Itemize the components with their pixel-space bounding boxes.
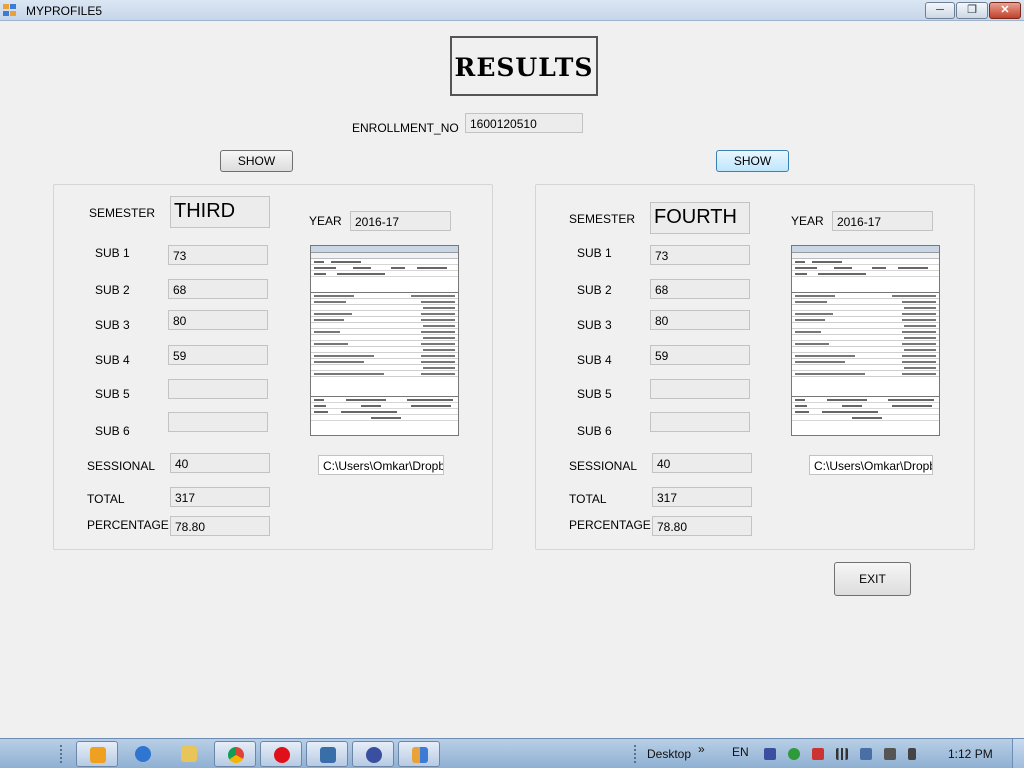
sub6-label: SUB 6 — [577, 424, 612, 438]
app-icon — [3, 4, 17, 17]
sub6-input[interactable] — [168, 412, 268, 432]
image-path-input[interactable]: C:\Users\Omkar\Dropbo: — [809, 455, 933, 475]
window-title: MYPROFILE5 — [26, 4, 103, 18]
marksheet-image — [791, 245, 940, 436]
sub2-input[interactable]: 68 — [168, 279, 268, 299]
infinity-tray-icon[interactable] — [764, 748, 776, 760]
battery-icon[interactable] — [908, 748, 916, 760]
sub2-label: SUB 2 — [577, 283, 612, 297]
media-player-icon[interactable] — [76, 741, 118, 767]
title-bar: MYPROFILE5 ─ ❐ ✕ — [0, 0, 1024, 21]
sessional-input[interactable]: 40 — [652, 453, 752, 473]
percentage-label: PERCENTAGE — [87, 518, 169, 532]
maximize-button[interactable]: ❐ — [956, 2, 988, 19]
percentage-label: PERCENTAGE — [569, 518, 651, 532]
myprofile5-app-icon[interactable] — [398, 741, 440, 767]
show-button-left[interactable]: SHOW — [220, 150, 293, 172]
sub5-label: SUB 5 — [577, 387, 612, 401]
sub5-input[interactable] — [168, 379, 268, 399]
total-label: TOTAL — [569, 492, 607, 506]
percentage-input[interactable]: 78.80 — [652, 516, 752, 536]
close-icon: ✕ — [1000, 4, 1010, 16]
sub4-input[interactable]: 59 — [168, 345, 268, 365]
show-desktop-button[interactable] — [1012, 739, 1024, 768]
sub3-label: SUB 3 — [577, 318, 612, 332]
semester-input[interactable]: THIRD — [170, 196, 270, 228]
sub1-input[interactable]: 73 — [650, 245, 750, 265]
sub6-input[interactable] — [650, 412, 750, 432]
desktop-toolbar[interactable]: Desktop — [647, 747, 691, 761]
sub4-input[interactable]: 59 — [650, 345, 750, 365]
file-explorer-icon[interactable] — [168, 741, 210, 767]
sub4-label: SUB 4 — [95, 353, 130, 367]
volume-icon[interactable] — [884, 748, 896, 760]
year-input[interactable]: 2016-17 — [350, 211, 451, 231]
sub2-label: SUB 2 — [95, 283, 130, 297]
semester-label: SEMESTER — [89, 206, 156, 220]
chevron-icon[interactable]: » — [698, 742, 705, 756]
maximize-icon: ❐ — [967, 4, 977, 16]
sessional-input[interactable]: 40 — [170, 453, 270, 473]
sub3-input[interactable]: 80 — [650, 310, 750, 330]
sub1-input[interactable]: 73 — [168, 245, 268, 265]
clock[interactable]: 1:12 PM — [948, 747, 993, 761]
semester-label: SEMESTER — [569, 212, 636, 226]
enrollment-input[interactable]: 1600120510 — [465, 113, 583, 133]
toolbar-grip — [634, 745, 638, 763]
total-label: TOTAL — [87, 492, 125, 506]
taskbar-grip — [60, 745, 64, 763]
opera-icon[interactable] — [260, 741, 302, 767]
close-button[interactable]: ✕ — [989, 2, 1021, 19]
results-title: RESULTS — [454, 53, 594, 82]
taskbar: Desktop » EN 1:12 PM — [0, 738, 1024, 768]
sub3-input[interactable]: 80 — [168, 310, 268, 330]
show-button-right[interactable]: SHOW — [716, 150, 789, 172]
year-input[interactable]: 2016-17 — [832, 211, 933, 231]
marksheet-image — [310, 245, 459, 436]
image-path-input[interactable]: C:\Users\Omkar\Dropbo: — [318, 455, 444, 475]
sessional-label: SESSIONAL — [87, 459, 156, 473]
chrome-icon[interactable] — [214, 741, 256, 767]
sub4-label: SUB 4 — [577, 353, 612, 367]
year-label: YEAR — [309, 214, 342, 228]
percentage-input[interactable]: 78.80 — [170, 516, 270, 536]
right-result-panel: SEMESTER FOURTH YEAR 2016-17 SUB 1 73 SU… — [535, 184, 975, 550]
exit-button[interactable]: EXIT — [834, 562, 911, 596]
dropbox-icon[interactable] — [860, 748, 872, 760]
sessional-label: SESSIONAL — [569, 459, 638, 473]
network-icon[interactable] — [836, 748, 848, 760]
minimize-button[interactable]: ─ — [925, 2, 955, 19]
total-input[interactable]: 317 — [170, 487, 270, 507]
results-heading: RESULTS — [450, 36, 598, 96]
infinity-app-icon[interactable] — [352, 741, 394, 767]
sub6-label: SUB 6 — [95, 424, 130, 438]
security-tray-icon[interactable] — [788, 748, 800, 760]
sub2-input[interactable]: 68 — [650, 279, 750, 299]
semester-input[interactable]: FOURTH — [650, 202, 750, 234]
sub5-input[interactable] — [650, 379, 750, 399]
minimize-icon: ─ — [936, 4, 944, 16]
language-indicator[interactable]: EN — [732, 745, 749, 759]
action-center-icon[interactable] — [812, 748, 824, 760]
internet-explorer-icon[interactable] — [122, 741, 164, 767]
sub1-label: SUB 1 — [95, 246, 130, 260]
enrollment-label: ENROLLMENT_NO — [352, 121, 459, 135]
remote-desktop-icon[interactable] — [306, 741, 348, 767]
year-label: YEAR — [791, 214, 824, 228]
sub5-label: SUB 5 — [95, 387, 130, 401]
total-input[interactable]: 317 — [652, 487, 752, 507]
left-result-panel: SEMESTER THIRD YEAR 2016-17 SUB 1 73 SUB… — [53, 184, 493, 550]
sub1-label: SUB 1 — [577, 246, 612, 260]
sub3-label: SUB 3 — [95, 318, 130, 332]
